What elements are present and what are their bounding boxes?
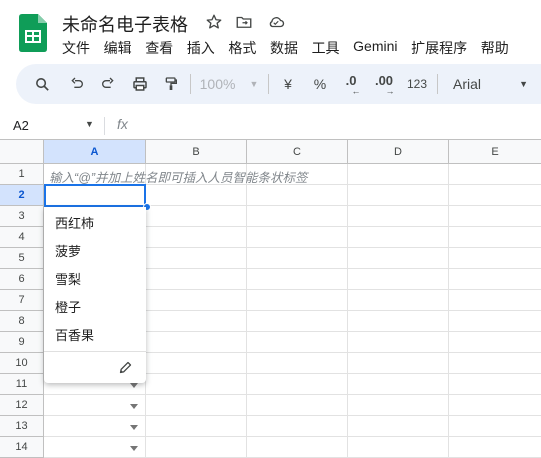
row-header-11[interactable]: 11 [0,374,44,395]
formula-divider [104,117,105,135]
column-header-d[interactable]: D [348,140,449,164]
arrow-right-icon: → [385,86,395,96]
row-header-6[interactable]: 6 [0,269,44,290]
zoom-value: 100% [199,76,236,92]
name-box[interactable]: A2 ▼ [0,114,100,138]
menu-tools[interactable]: 工具 [312,38,340,58]
menu-data[interactable]: 数据 [270,38,298,58]
sheets-logo-icon[interactable] [19,14,47,52]
chip-dropdown-arrow-icon[interactable] [130,404,138,409]
font-value: Arial [453,76,482,92]
increase-decimal-button[interactable]: .00 → [370,64,398,104]
fx-icon: fx [117,116,128,132]
chip-dropdown-arrow-icon[interactable] [130,446,138,451]
dropdown-option[interactable]: 西红柿 [55,213,94,232]
chip-dropdown-arrow-icon[interactable] [130,425,138,430]
menu-extensions[interactable]: 扩展程序 [411,38,467,58]
toolbar-divider [437,74,438,94]
cloud-status-icon[interactable] [266,12,286,32]
decrease-decimal-button[interactable]: .0 ← [338,64,364,104]
currency-format-button[interactable]: ¥ [278,64,298,104]
row-header-3[interactable]: 3 [0,206,44,227]
row-header-2[interactable]: 2 [0,185,44,206]
row-header-8[interactable]: 8 [0,311,44,332]
column-header-e[interactable]: E [449,140,541,164]
undo-icon[interactable] [66,64,88,104]
toolbar: 100% ▼ ¥ % .0 ← .00 → 123 Arial ▼ [16,64,541,104]
dropdown-option[interactable]: 菠萝 [55,241,81,260]
row-header-13[interactable]: 13 [0,416,44,437]
menu-insert[interactable]: 插入 [187,38,215,58]
zoom-chevron-icon: ▼ [249,79,259,89]
dropdown-option[interactable]: 百香果 [55,325,94,344]
edit-pencil-icon[interactable] [116,358,134,376]
dropdown-option[interactable]: 雪梨 [55,269,81,288]
more-formats-button[interactable]: 123 [404,64,430,104]
chip-dropdown-arrow-icon[interactable] [130,383,138,388]
dropdown-options-menu: 西红柿 菠萝 雪梨 橙子 百香果 [44,207,146,383]
name-box-chevron-icon: ▼ [85,119,94,129]
redo-icon[interactable] [97,64,119,104]
row-header-7[interactable]: 7 [0,290,44,311]
row-header-9[interactable]: 9 [0,332,44,353]
dropdown-divider [44,351,146,352]
dropdown-option[interactable]: 橙子 [55,297,81,316]
menu-edit[interactable]: 编辑 [104,38,132,58]
row-header-14[interactable]: 14 [0,437,44,458]
row-12[interactable] [44,395,541,416]
toolbar-divider [268,74,269,94]
row-14[interactable] [44,437,541,458]
print-icon[interactable] [129,64,151,104]
menu-help[interactable]: 帮助 [481,38,509,58]
menu-format[interactable]: 格式 [228,38,256,58]
search-menus-icon[interactable] [30,64,54,104]
menu-bar: 文件 编辑 查看 插入 格式 数据 工具 Gemini 扩展程序 帮助 [62,38,522,58]
active-cell-a2-editor[interactable] [44,184,146,207]
zoom-select[interactable]: 100% ▼ [194,64,264,104]
select-all-corner[interactable] [0,140,44,164]
move-to-folder-icon[interactable] [234,12,254,32]
paint-format-icon[interactable] [160,64,182,104]
star-icon[interactable] [204,12,224,32]
row-header-10[interactable]: 10 [0,353,44,374]
font-chevron-icon: ▼ [519,79,528,89]
row-header-1[interactable]: 1 [0,164,44,185]
column-header-c[interactable]: C [247,140,348,164]
document-title[interactable]: 未命名电子表格 [62,11,188,37]
menu-view[interactable]: 查看 [145,38,173,58]
column-header-b[interactable]: B [146,140,247,164]
row-header-12[interactable]: 12 [0,395,44,416]
toolbar-divider [190,74,191,94]
row-header-4[interactable]: 4 [0,227,44,248]
row-13[interactable] [44,416,541,437]
menu-file[interactable]: 文件 [62,38,90,58]
font-select[interactable]: Arial ▼ [448,64,532,104]
menu-gemini[interactable]: Gemini [353,38,397,58]
column-header-a[interactable]: A [44,140,146,164]
name-box-value: A2 [13,118,29,133]
row-header-5[interactable]: 5 [0,248,44,269]
arrow-left-icon: ← [351,86,361,96]
percent-format-button[interactable]: % [310,64,330,104]
